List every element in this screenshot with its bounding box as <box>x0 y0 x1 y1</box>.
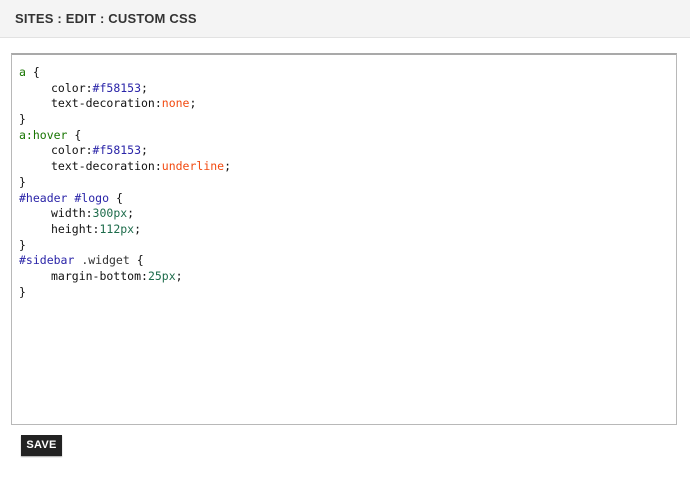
semicolon: ; <box>127 206 135 221</box>
code-line: text-decoration:underline; <box>19 159 231 175</box>
code-line: } <box>19 112 231 128</box>
semicolon: ; <box>134 221 142 236</box>
css-property: margin-bottom: <box>51 268 148 283</box>
css-value: 25px <box>147 268 176 283</box>
css-selector: a <box>19 65 26 79</box>
css-selector: #header #logo <box>19 190 110 205</box>
css-value: #f58153 <box>92 80 142 95</box>
semicolon: ; <box>189 96 197 111</box>
code-line: width:300px; <box>19 206 231 222</box>
css-property: text-decoration: <box>51 96 162 111</box>
css-value: #f58153 <box>92 143 142 158</box>
code-line: #sidebar .widget { <box>19 253 231 269</box>
css-property: color: <box>51 143 93 158</box>
open-brace: { <box>67 127 82 142</box>
open-brace: { <box>129 253 144 268</box>
close-brace: } <box>19 237 26 252</box>
code-line: height:112px; <box>19 222 231 238</box>
css-value: underline <box>161 159 225 174</box>
code-content[interactable]: a {color:#f58153; text-decoration:none;} a… <box>19 65 231 300</box>
css-property: color: <box>51 80 93 95</box>
save-button[interactable]: SAVE <box>21 435 62 456</box>
css-value: none <box>161 96 190 111</box>
semicolon: ; <box>141 80 148 95</box>
css-property: text-decoration: <box>51 159 162 174</box>
css-property: width: <box>51 206 93 221</box>
semicolon: ; <box>224 159 232 174</box>
css-editor[interactable]: a {color:#f58153; text-decoration:none;} a… <box>11 53 677 425</box>
open-brace: { <box>109 190 123 205</box>
code-line: a { <box>19 65 231 81</box>
css-value: 112px <box>99 221 135 236</box>
semicolon: ; <box>175 268 183 283</box>
code-line: color:#f58153; <box>19 143 231 159</box>
close-brace: } <box>19 112 26 127</box>
open-brace: { <box>25 65 40 79</box>
semicolon: ; <box>141 143 148 158</box>
css-property: height: <box>51 221 100 236</box>
code-line: text-decoration:none; <box>19 96 231 112</box>
code-line: } <box>19 175 231 191</box>
close-brace: } <box>19 174 26 189</box>
css-value: 300px <box>92 206 128 221</box>
page-title: SITES : EDIT : CUSTOM CSS <box>15 11 197 26</box>
code-line: #header #logo { <box>19 191 231 207</box>
code-line: color:#f58153; <box>19 81 231 97</box>
code-line: } <box>19 238 231 254</box>
page-header: SITES : EDIT : CUSTOM CSS <box>0 0 690 38</box>
close-brace: } <box>19 284 26 299</box>
css-selector: a:hover <box>19 127 68 142</box>
code-line: } <box>19 285 231 301</box>
code-line: a:hover { <box>19 128 231 144</box>
css-selector: #sidebar <box>19 253 75 268</box>
css-selector-class: .widget <box>74 253 130 268</box>
code-line: margin-bottom:25px; <box>19 269 231 285</box>
